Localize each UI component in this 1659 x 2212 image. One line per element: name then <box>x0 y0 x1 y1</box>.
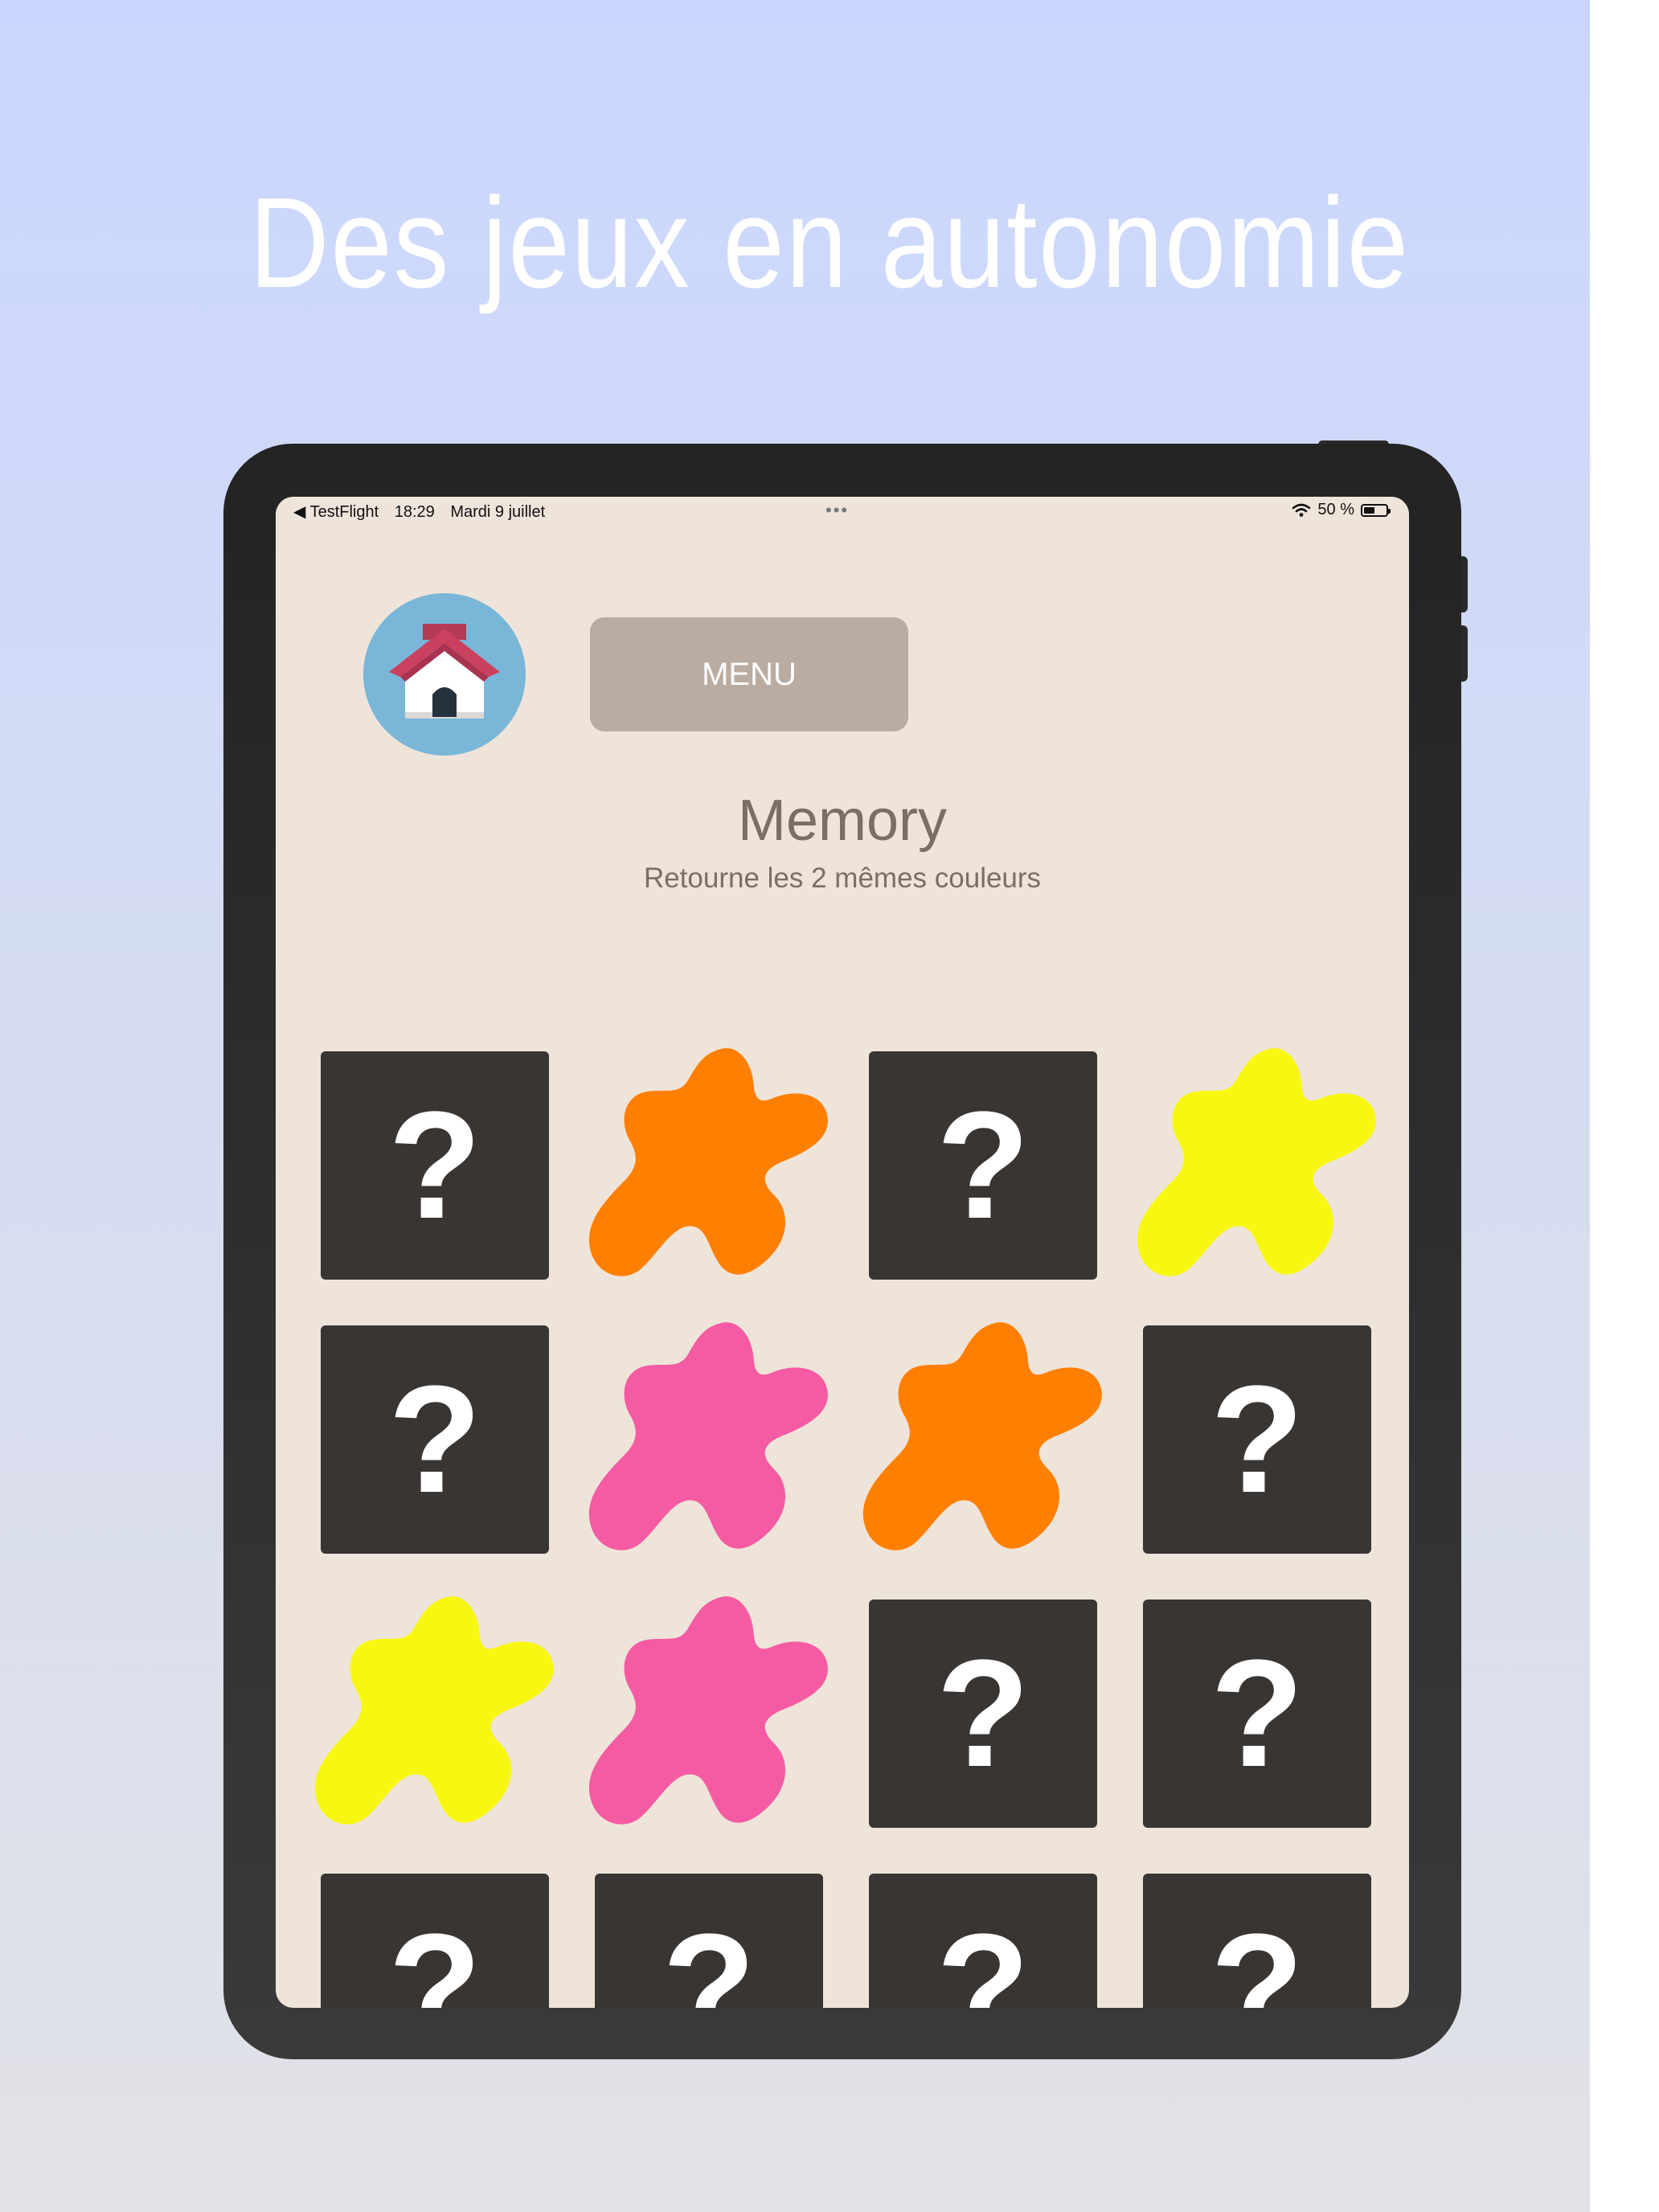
game-subtitle: Retourne les 2 mêmes couleurs <box>643 862 1042 894</box>
battery-tip <box>1388 508 1391 514</box>
status-right: 50 % <box>1292 501 1391 519</box>
memory-card-yellow[interactable] <box>314 1596 554 1828</box>
question-mark: ? <box>662 1903 756 2008</box>
question-mark: ? <box>936 1628 1030 1799</box>
memory-card-hidden[interactable]: ? <box>321 1874 549 2008</box>
paint-splash-orange <box>862 1322 1102 1550</box>
memory-card-orange[interactable] <box>588 1048 828 1280</box>
splash-shape <box>314 1596 554 1825</box>
memory-card-hidden[interactable]: ? <box>1143 1874 1371 2008</box>
question-mark: ? <box>936 1080 1030 1251</box>
memory-card-hidden[interactable]: ? <box>1143 1325 1371 1554</box>
memory-card-hidden[interactable]: ? <box>321 1051 549 1280</box>
splash-shape <box>1137 1048 1376 1276</box>
paint-splash-yellow <box>314 1596 554 1825</box>
paint-splash-yellow <box>1137 1048 1376 1276</box>
question-mark: ? <box>387 1354 482 1525</box>
splash-shape <box>588 1596 828 1825</box>
memory-card-pink[interactable] <box>588 1596 828 1828</box>
memory-card-pink[interactable] <box>588 1322 828 1554</box>
status-time: 18:29 <box>394 503 435 521</box>
battery-percentage: 50 % <box>1317 501 1354 518</box>
tablet-screen: ◀ TestFlight 18:29 Mardi 9 juillet ••• 5… <box>276 497 1409 2008</box>
question-mark: ? <box>387 1903 482 2008</box>
question-mark: ? <box>1210 1628 1305 1799</box>
status-bar: ◀ TestFlight 18:29 Mardi 9 juillet ••• 5… <box>276 497 1409 526</box>
question-mark: ? <box>1210 1903 1305 2008</box>
menu-button[interactable]: MENU <box>590 617 908 731</box>
home-icon <box>389 624 500 719</box>
splash-shape <box>862 1322 1102 1550</box>
splash-shape <box>588 1322 828 1550</box>
multitask-dots[interactable]: ••• <box>825 500 849 521</box>
status-left: ◀ TestFlight 18:29 Mardi 9 juillet <box>293 502 556 522</box>
memory-card-yellow[interactable] <box>1137 1048 1376 1280</box>
wifi-icon <box>1292 503 1311 517</box>
paint-splash-pink <box>588 1322 828 1550</box>
memory-card-hidden[interactable]: ? <box>869 1051 1097 1280</box>
headline: Des jeux en autonomie <box>249 170 1410 314</box>
memory-card-hidden[interactable]: ? <box>869 1600 1097 1828</box>
memory-card-hidden[interactable]: ? <box>1143 1600 1371 1828</box>
memory-card-hidden[interactable]: ? <box>869 1874 1097 2008</box>
question-mark: ? <box>936 1903 1030 2008</box>
splash-shape <box>588 1048 828 1276</box>
home-button[interactable] <box>363 593 526 756</box>
memory-card-hidden[interactable]: ? <box>595 1874 823 2008</box>
memory-card-hidden[interactable]: ? <box>321 1325 549 1554</box>
memory-card-orange[interactable] <box>862 1322 1102 1554</box>
status-date: Mardi 9 juillet <box>450 503 546 521</box>
paint-splash-pink <box>588 1596 828 1825</box>
paint-splash-orange <box>588 1048 828 1276</box>
game-title: Memory <box>737 789 947 853</box>
battery-icon <box>1361 503 1391 517</box>
question-mark: ? <box>1210 1354 1305 1525</box>
battery-fill <box>1364 506 1374 514</box>
back-to-testflight-link[interactable]: ◀ TestFlight <box>293 503 379 521</box>
question-mark: ? <box>387 1080 482 1251</box>
